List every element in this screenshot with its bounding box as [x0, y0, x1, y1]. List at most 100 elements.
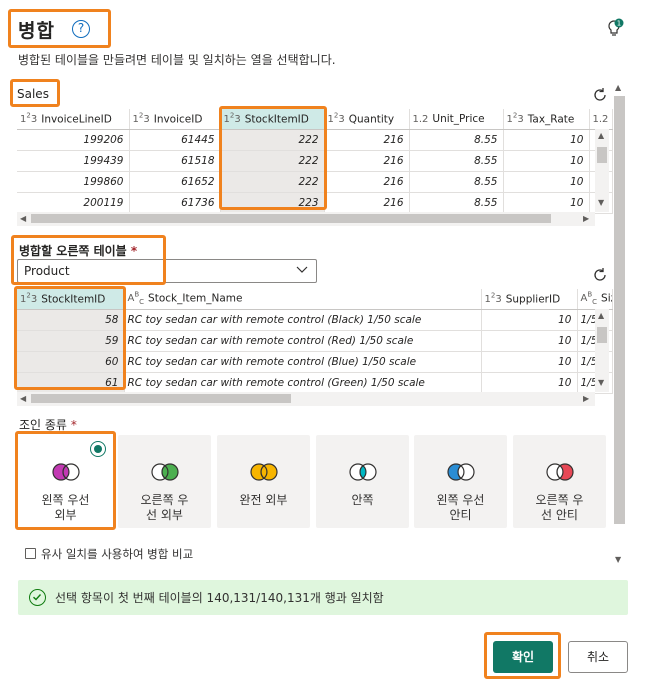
column-name: InvoiceID [153, 113, 203, 126]
join-option-label: 오른쪽 우선 외부 [118, 493, 211, 523]
right-table-col-header[interactable]: 123 StockItemID [17, 289, 125, 310]
table-cell: 223 [220, 192, 325, 214]
table-cell: 58 [17, 309, 125, 331]
type-icon: 123 [484, 292, 502, 306]
chevron-down-icon[interactable] [296, 266, 308, 274]
right-table-col-header[interactable]: ABCSiz [577, 289, 613, 310]
join-option-card[interactable]: 오른쪽 우선 안티 [513, 435, 606, 528]
table-cell: RC toy sedan car with remote control (Bl… [124, 309, 482, 331]
right-table-col-header[interactable]: 123 SupplierID [481, 289, 578, 310]
table-cell: 59 [17, 330, 125, 352]
table-cell: 216 [324, 192, 410, 214]
table-cell: 222 [220, 150, 325, 172]
refresh-icon[interactable] [591, 86, 609, 104]
top-table-col-header[interactable]: 123 InvoiceID [129, 109, 221, 130]
dialog-scrollbar-thumb[interactable] [614, 96, 625, 524]
table-cell: 216 [324, 150, 410, 172]
table-row: 199860 61652 222 216 8.55 10 [17, 171, 613, 193]
join-option-card[interactable]: 왼쪽 우선 안티 [414, 435, 507, 528]
question-circle-icon[interactable]: ? [72, 20, 90, 38]
type-icon: 123 [506, 112, 524, 126]
table-cell: 60 [17, 351, 125, 373]
top-table-col-header[interactable]: 123 InvoiceLineID [17, 109, 130, 130]
right-table-vscroll[interactable]: ▲ ▼ [595, 309, 609, 392]
type-icon: 1.2 [412, 113, 429, 125]
table-cell: RC toy sedan car with remote control (Re… [124, 330, 482, 352]
top-table-col-header[interactable]: 123 StockItemID [220, 109, 325, 130]
table-cell: 10 [481, 330, 578, 352]
type-icon: 123 [327, 112, 345, 126]
join-option-card[interactable]: 오른쪽 우선 외부 [118, 435, 211, 528]
join-option-line2: 외부 [54, 508, 77, 522]
join-option-line1: 오른쪽 우 [140, 493, 189, 507]
lightbulb-icon[interactable]: 1 [604, 18, 624, 40]
top-table-col-header[interactable]: 123 Quantity [324, 109, 410, 130]
refresh-icon-2[interactable] [591, 266, 609, 284]
table-row: 59 RC toy sedan car with remote control (… [17, 330, 613, 352]
table-cell: 10 [503, 150, 590, 172]
table-cell: 61652 [129, 171, 221, 193]
column-name: InvoiceLineID [41, 113, 112, 126]
join-option-line2: 선 외부 [146, 508, 183, 522]
join-option-label: 완전 외부 [217, 493, 310, 508]
cancel-button[interactable]: 취소 [568, 641, 628, 673]
join-option-card[interactable]: 안쪽 [316, 435, 409, 528]
join-option-line2: 안티 [449, 508, 472, 522]
table-cell: 10 [503, 129, 590, 151]
type-icon: 123 [20, 292, 38, 306]
right-table-dropdown[interactable]: Product [17, 259, 317, 283]
table-cell: 199860 [17, 171, 130, 193]
table-cell: RC toy sedan car with remote control (Bl… [124, 351, 482, 373]
table-cell: 200119 [17, 192, 130, 214]
table-cell: RC toy sedan car with remote control (Gr… [124, 372, 482, 394]
fuzzy-match-checkbox[interactable] [25, 548, 36, 559]
table-cell: 10 [481, 372, 578, 394]
match-status-text: 선택 항목이 첫 번째 테이블의 140,131/140,131개 행과 일치함 [55, 591, 384, 605]
table-cell: 61736 [129, 192, 221, 214]
join-option-line1: 오른쪽 우 [535, 493, 584, 507]
table-cell: 10 [481, 309, 578, 331]
join-option-line1: 왼쪽 우선 [436, 493, 485, 507]
venn-full-outer-icon [250, 463, 278, 481]
table-cell: 8.55 [409, 171, 504, 193]
top-table-vscroll[interactable]: ▲ ▼ [595, 129, 609, 212]
venn-left-outer-icon [52, 463, 80, 481]
table-cell: 199206 [17, 129, 130, 151]
type-icon: 123 [20, 112, 38, 126]
venn-inner-icon [349, 463, 377, 481]
table-row: 200119 61736 223 216 8.55 10 [17, 192, 613, 214]
venn-right-outer-icon [151, 463, 179, 481]
table-cell: 199439 [17, 150, 130, 172]
dialog-title: 병합 [18, 20, 55, 42]
table-cell: 216 [324, 129, 410, 151]
column-name: Unit_Price [432, 112, 485, 125]
join-selected-radio[interactable] [90, 441, 106, 457]
right-table-hscroll[interactable]: ◀ ▶ [17, 392, 595, 406]
table-cell: 61 [17, 372, 125, 394]
right-table-label: 병합할 오른쪽 테이블 * [19, 244, 138, 258]
table-cell: 61445 [129, 129, 221, 151]
column-name: StockItemID [41, 293, 106, 306]
dialog-subtitle: 병합된 테이블을 만들려면 테이블 및 일치하는 열을 선택합니다. [18, 53, 336, 67]
venn-left-anti-icon [447, 463, 475, 481]
ok-button[interactable]: 확인 [493, 641, 553, 673]
venn-right-anti-icon [546, 463, 574, 481]
column-name: Stock_Item_Name [148, 292, 243, 305]
table-cell: 8.55 [409, 150, 504, 172]
top-table-col-header[interactable]: 123 Tax_Rate [503, 109, 590, 130]
join-option-line2: 선 안티 [541, 508, 578, 522]
right-table-col-header[interactable]: ABC Stock_Item_Name [124, 289, 482, 310]
top-table-col-header[interactable]: 1.2 Unit_Price [409, 109, 504, 130]
join-option-card[interactable]: 완전 외부 [217, 435, 310, 528]
table-row: 199206 61445 222 216 8.55 10 [17, 129, 613, 151]
table-cell: 10 [503, 171, 590, 193]
join-option-label: 왼쪽 우선 외부 [19, 493, 112, 523]
table-row: 199439 61518 222 216 8.55 10 [17, 150, 613, 172]
top-table-col-header[interactable]: 1.2 [589, 109, 613, 130]
top-table-hscroll[interactable]: ◀ ▶ [17, 212, 595, 226]
column-name: Quantity [348, 113, 395, 126]
table-cell: 222 [220, 129, 325, 151]
table-cell: 222 [220, 171, 325, 193]
join-option-line1: 안쪽 [351, 493, 374, 507]
column-name: Siz [601, 292, 611, 305]
